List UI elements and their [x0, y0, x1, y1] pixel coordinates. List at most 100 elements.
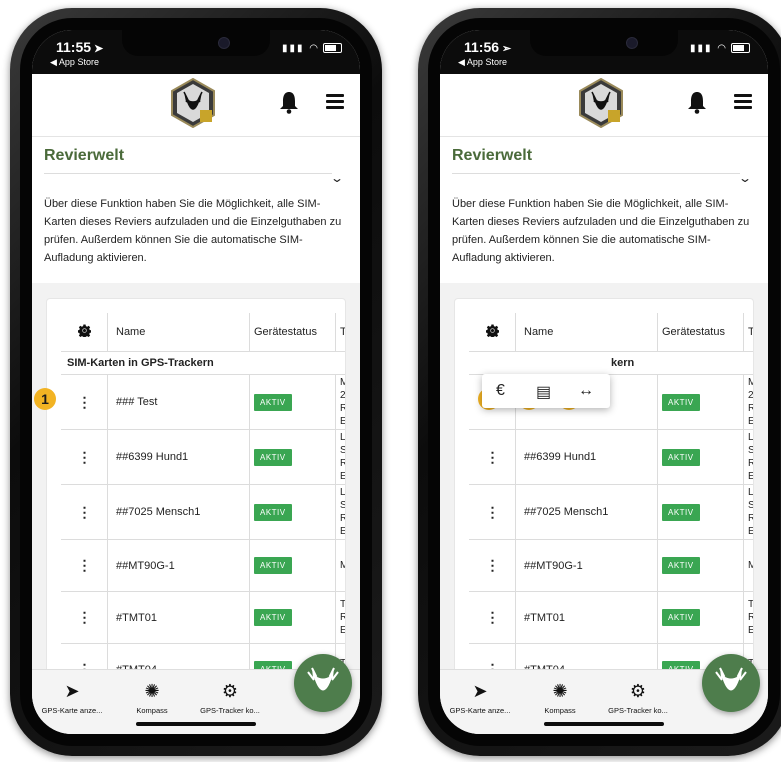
row-menu-icon[interactable]: ⋮ — [78, 609, 92, 625]
sim-table: Name Gerätestatus Typ SIM-Karten in GPS-… — [61, 313, 345, 673]
name-column-header[interactable]: Name — [515, 313, 658, 352]
app-header — [32, 74, 360, 136]
status-time: 11:55 — [56, 39, 92, 55]
table-row[interactable]: ⋮ ##MT90G-1 AKTIV MT9( — [61, 539, 345, 592]
row-menu-icon[interactable]: ⋮ — [78, 504, 92, 520]
table-row[interactable]: ⋮ ##7025 Mensch1 AKTIV LTE S Revie Editi… — [469, 484, 753, 540]
status-badge: AKTIV — [254, 557, 292, 574]
tab-label: GPS-Tracker ko... — [200, 706, 260, 715]
row-type: MT9( — [743, 539, 753, 592]
euro-icon[interactable]: € — [496, 382, 505, 400]
status-column-header[interactable]: Gerätestatus — [657, 313, 744, 352]
navigation-arrow-icon: ➤ — [64, 681, 80, 701]
resize-arrows-icon[interactable]: ↔ — [578, 382, 594, 400]
tab-label: GPS-Karte anze... — [449, 706, 511, 715]
status-column-header[interactable]: Gerätestatus — [249, 313, 336, 352]
description-text: Über diese Funktion haben Sie die Möglic… — [452, 198, 750, 264]
row-menu-icon[interactable]: ⋮ — [486, 449, 500, 465]
sim-table: Name Gerätestatus Typ kern ⋮ es AKTIV MU… — [469, 313, 753, 673]
notch — [530, 30, 678, 56]
row-type: TMT: Revie Editic — [743, 591, 753, 644]
status-badge: AKTIV — [662, 448, 700, 466]
gears-icon: ⚙ — [221, 681, 239, 701]
row-type: LTE S Revie Editic — [335, 429, 345, 485]
sim-table-card: Name Gerätestatus Typ SIM-Karten in GPS-… — [46, 298, 346, 674]
row-name: #TMT01 — [515, 591, 658, 644]
tab-compass[interactable]: ✺ Kompass — [122, 682, 182, 715]
tab-gps-tracker[interactable]: ⚙ GPS-Tracker ko... — [600, 682, 676, 715]
status-icons: ▮▮▮ ◠ — [690, 43, 750, 54]
tab-compass[interactable]: ✺ Kompass — [530, 682, 590, 715]
row-name: ##MT90G-1 — [107, 539, 250, 592]
bell-icon[interactable] — [686, 90, 708, 114]
compass-icon: ✺ — [144, 681, 160, 701]
callout-marker: 1 — [34, 388, 56, 410]
revierwelt-logo-icon[interactable] — [170, 78, 216, 128]
location-arrow-icon: ➤ — [94, 43, 104, 55]
settings-column-header[interactable] — [61, 313, 108, 352]
settings-column-header[interactable] — [469, 313, 516, 352]
name-column-header[interactable]: Name — [107, 313, 250, 352]
gear-icon[interactable] — [77, 324, 91, 339]
row-menu-icon[interactable]: ⋮ — [486, 609, 500, 625]
table-row[interactable]: ⋮ ##6399 Hund1 AKTIV LTE S Revie Editic — [61, 429, 345, 485]
table-row[interactable]: ⋮ #TMT01 AKTIV TMT: Revie Editic — [61, 591, 345, 644]
fab-button[interactable] — [702, 654, 760, 712]
status-badge: AKTIV — [254, 609, 292, 626]
row-menu-icon[interactable]: ⋮ — [78, 449, 92, 465]
type-column-header[interactable]: Typ — [335, 313, 345, 352]
row-name: ##MT90G-1 — [515, 539, 658, 592]
status-badge: AKTIV — [662, 557, 700, 574]
row-menu-icon[interactable]: ⋮ — [486, 504, 500, 520]
bell-icon[interactable] — [278, 90, 300, 114]
tab-gps-map[interactable]: ➤ GPS-Karte anze... — [36, 682, 108, 715]
description-text: Über diese Funktion haben Sie die Möglic… — [44, 198, 342, 264]
status-badge: AKTIV — [662, 393, 700, 411]
row-menu-icon[interactable]: ⋮ — [486, 557, 500, 573]
hamburger-menu-icon[interactable] — [326, 94, 344, 109]
hamburger-menu-icon[interactable] — [734, 94, 752, 109]
status-badge: AKTIV — [254, 448, 292, 466]
app-header — [440, 74, 768, 136]
row-type: LTE S Revie Editic — [743, 484, 753, 540]
row-menu-icon[interactable]: ⋮ — [78, 557, 92, 573]
phone-screen: 11:56 ➢ ◀ App Store ▮▮▮ ◠ Revierwelt ⌄ Üb… — [440, 30, 768, 734]
tab-label: Kompass — [544, 706, 576, 715]
home-indicator — [136, 722, 256, 726]
fab-button[interactable] — [294, 654, 352, 712]
status-icons: ▮▮▮ ◠ — [282, 43, 342, 54]
list-icon[interactable]: ▤ — [536, 382, 551, 402]
gears-icon: ⚙ — [629, 681, 647, 701]
compass-icon: ✺ — [552, 681, 568, 701]
status-badge: AKTIV — [662, 503, 700, 521]
back-to-app-store-link[interactable]: ◀ App Store — [50, 57, 99, 68]
row-menu-icon[interactable]: ⋮ — [78, 394, 92, 410]
table-row[interactable]: ⋮ ##MT90G-1 AKTIV MT9( — [469, 539, 753, 592]
table-row[interactable]: ⋮ ##7025 Mensch1 AKTIV LTE S Revie Editi… — [61, 484, 345, 540]
wifi-icon: ◠ — [717, 43, 728, 54]
type-column-header[interactable]: Typ — [743, 313, 753, 352]
table-row[interactable]: ⋮ #TMT01 AKTIV TMT: Revie Editic — [469, 591, 753, 644]
status-badge: AKTIV — [662, 609, 700, 626]
tab-label: GPS-Karte anze... — [41, 706, 103, 715]
phone-left: 11:55 ➤ ◀ App Store ▮▮▮ ◠ Revierwelt ⌄ Üb… — [10, 8, 382, 756]
row-type: MT9( — [335, 539, 345, 592]
table-row[interactable]: ⋮ ### Test AKTIV MU-2 Revie Editic — [61, 374, 345, 430]
row-type: LTE S Revie Editic — [335, 484, 345, 540]
row-type: MU-2 Revie Editic — [335, 374, 345, 430]
tab-gps-map[interactable]: ➤ GPS-Karte anze... — [444, 682, 516, 715]
chevron-down-icon[interactable]: ⌄ — [330, 171, 344, 185]
location-arrow-icon: ➢ — [502, 43, 512, 55]
group-label: kern — [469, 351, 753, 375]
row-type: TMT: Revie Editic — [335, 591, 345, 644]
navigation-arrow-icon: ➤ — [472, 681, 488, 701]
status-badge: AKTIV — [254, 393, 292, 411]
gear-icon[interactable] — [485, 324, 499, 339]
status-badge: AKTIV — [254, 503, 292, 521]
revierwelt-logo-icon[interactable] — [578, 78, 624, 128]
chevron-down-icon[interactable]: ⌄ — [738, 171, 752, 185]
back-to-app-store-link[interactable]: ◀ App Store — [458, 57, 507, 68]
tab-gps-tracker[interactable]: ⚙ GPS-Tracker ko... — [192, 682, 268, 715]
table-row[interactable]: ⋮ ##6399 Hund1 AKTIV LTE S Revie Editic — [469, 429, 753, 485]
row-type: MU-2 Revie Editic — [743, 374, 753, 430]
